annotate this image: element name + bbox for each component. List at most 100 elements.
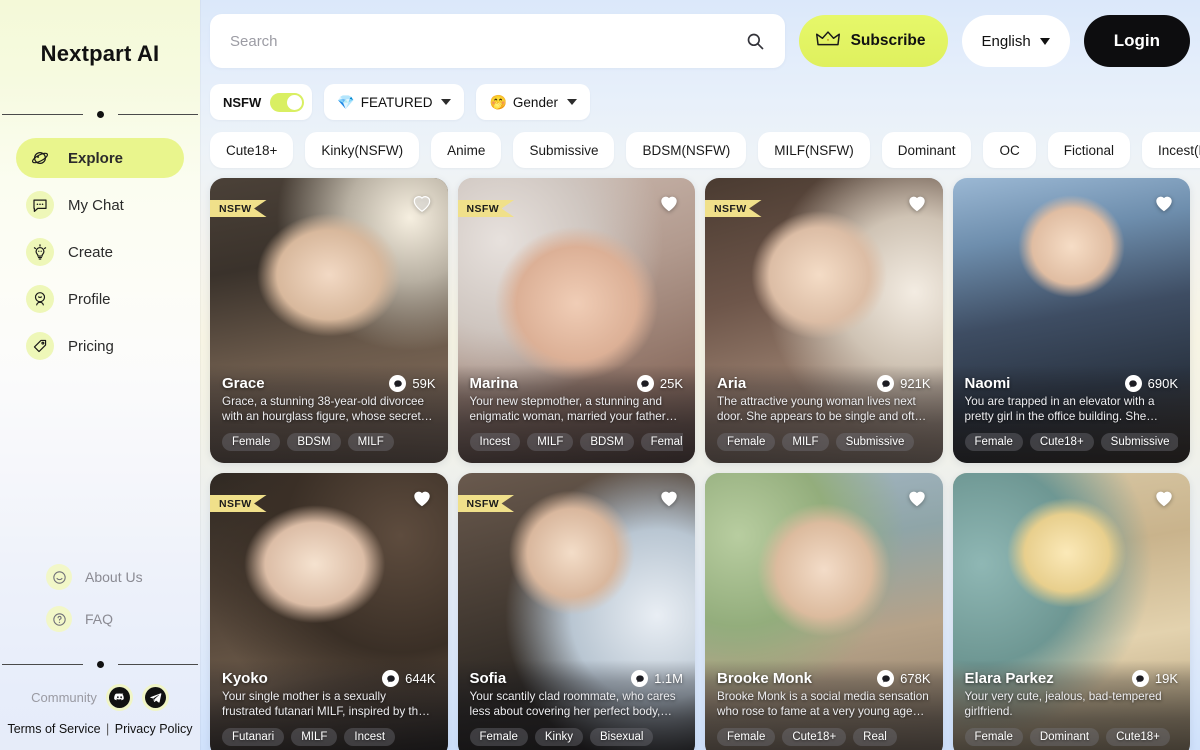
character-tag[interactable]: MILF xyxy=(782,433,829,451)
character-tag-list: Futanari MILF Incest xyxy=(222,728,436,746)
sidebar: Nextpart AI Explore My Chat Create Profi… xyxy=(0,0,200,750)
language-selector[interactable]: English xyxy=(961,15,1070,67)
character-tag[interactable]: Cute18+ xyxy=(1029,433,1094,451)
brand-title: Nextpart AI xyxy=(40,41,160,66)
character-tag[interactable]: Female xyxy=(717,433,776,451)
character-tag[interactable]: Female xyxy=(469,728,528,746)
divider-dot xyxy=(96,660,104,668)
search-bar[interactable] xyxy=(210,14,785,68)
card-header-row: Kyoko 644K xyxy=(222,670,436,687)
tag-chip[interactable]: Fictional xyxy=(1047,132,1131,168)
tag-chip[interactable]: OC xyxy=(983,132,1036,168)
character-tag[interactable]: Bisexual xyxy=(589,728,654,746)
character-tag[interactable]: MILF xyxy=(527,433,574,451)
login-button[interactable]: Login xyxy=(1083,15,1190,67)
character-description: Your new stepmother, a stunning and enig… xyxy=(469,395,678,423)
character-tag[interactable]: Kinky xyxy=(534,728,583,746)
character-tag[interactable]: Female xyxy=(222,433,281,451)
character-tag[interactable]: BDSM xyxy=(580,433,634,451)
favorite-heart-icon[interactable] xyxy=(657,192,681,214)
chat-count: 678K xyxy=(877,670,931,687)
sidebar-item-explore[interactable]: Explore xyxy=(16,138,184,178)
chat-count: 59K xyxy=(389,375,436,392)
sidebar-item-faq[interactable]: FAQ xyxy=(46,606,184,632)
tag-chip[interactable]: Incest(NSFW) xyxy=(1142,132,1200,168)
character-tag[interactable]: Incest xyxy=(469,433,521,451)
smiley-icon xyxy=(46,564,72,590)
character-card[interactable]: NSFW Marina 25K Your new stepmother, a s… xyxy=(457,178,695,463)
sidebar-item-pricing[interactable]: Pricing xyxy=(16,326,184,366)
character-tag[interactable]: Female xyxy=(717,728,776,746)
character-card[interactable]: Naomi 690K You are trapped in an elevato… xyxy=(952,178,1190,463)
sidebar-divider-top xyxy=(0,108,200,120)
character-name: Elara Parkez xyxy=(964,670,1054,687)
tag-chip[interactable]: Anime xyxy=(431,132,502,168)
chat-count: 25K xyxy=(636,375,683,392)
sidebar-item-about-us[interactable]: About Us xyxy=(46,564,184,590)
chat-count: 921K xyxy=(877,375,931,392)
character-card[interactable]: NSFW Grace 59K Grace, a stunning 38-year… xyxy=(210,178,448,463)
search-input[interactable] xyxy=(230,32,745,50)
character-tag[interactable]: Real xyxy=(853,728,897,746)
gender-dropdown[interactable]: 🤭 Gender xyxy=(476,84,590,120)
favorite-heart-icon[interactable] xyxy=(1152,192,1176,214)
character-tag[interactable]: Submissive xyxy=(1100,433,1178,451)
tag-chip[interactable]: Kinky(NSFW) xyxy=(305,132,420,168)
legal-separator: | xyxy=(106,722,110,736)
sidebar-item-profile[interactable]: Profile xyxy=(16,279,184,319)
character-name: Kyoko xyxy=(222,670,268,687)
character-card[interactable]: Brooke Monk 678K Brooke Monk is a social… xyxy=(705,473,943,750)
character-tag[interactable]: Female xyxy=(640,433,683,451)
chat-count-value: 1.1M xyxy=(654,671,683,686)
sidebar-item-create[interactable]: Create xyxy=(16,232,184,272)
privacy-policy-link[interactable]: Privacy Policy xyxy=(115,722,193,736)
favorite-heart-icon[interactable] xyxy=(1152,487,1176,509)
search-icon[interactable] xyxy=(745,31,765,51)
featured-dropdown[interactable]: 💎 FEATURED xyxy=(324,84,465,120)
character-tag[interactable]: MILF xyxy=(291,728,338,746)
favorite-heart-icon[interactable] xyxy=(905,487,929,509)
favorite-heart-icon[interactable] xyxy=(410,192,434,214)
tag-chip[interactable]: Submissive xyxy=(513,132,615,168)
character-tag[interactable]: BDSM xyxy=(287,433,341,451)
character-card[interactable]: NSFW Aria 921K The attractive young woma… xyxy=(705,178,943,463)
nsfw-toggle[interactable]: NSFW xyxy=(210,84,313,120)
character-tag[interactable]: Incest xyxy=(344,728,396,746)
character-card[interactable]: NSFW Sofia 1.1M Your scantily clad roomm… xyxy=(457,473,695,750)
top-bar: Subscribe English Login xyxy=(200,0,1200,78)
discord-icon[interactable] xyxy=(105,684,133,711)
chat-count-value: 19K xyxy=(1154,671,1178,686)
character-name: Marina xyxy=(469,375,518,392)
character-tag[interactable]: Cute18+ xyxy=(1106,728,1170,746)
character-name: Brooke Monk xyxy=(717,670,813,687)
tag-chip[interactable]: BDSM(NSFW) xyxy=(626,132,747,168)
character-tag[interactable]: Dominant xyxy=(1029,728,1100,746)
character-tag[interactable]: Cute18+ xyxy=(782,728,847,746)
sidebar-item-label: Profile xyxy=(68,290,111,308)
character-card[interactable]: Elara Parkez 19K Your very cute, jealous… xyxy=(952,473,1190,750)
favorite-heart-icon[interactable] xyxy=(905,192,929,214)
tag-chip[interactable]: Dominant xyxy=(881,132,972,168)
telegram-icon[interactable] xyxy=(141,684,169,711)
favorite-heart-icon[interactable] xyxy=(410,487,434,509)
tag-chip[interactable]: MILF(NSFW) xyxy=(758,132,870,168)
character-description: The attractive young woman lives next do… xyxy=(717,395,928,423)
tag-chip[interactable]: Cute18+ xyxy=(210,132,294,168)
character-tag[interactable]: Futanari xyxy=(222,728,285,746)
character-card[interactable]: NSFW Kyoko 644K Your single mother is a … xyxy=(210,473,448,750)
sidebar-item-my-chat[interactable]: My Chat xyxy=(16,185,184,225)
character-tag[interactable]: Female xyxy=(964,728,1023,746)
card-overlay: Naomi 690K You are trapped in an elevato… xyxy=(952,365,1190,463)
character-tag[interactable]: MILF xyxy=(347,433,394,451)
favorite-heart-icon[interactable] xyxy=(657,487,681,509)
chat-bubble-icon xyxy=(636,375,654,392)
chat-bubble-icon xyxy=(382,670,400,687)
nsfw-switch[interactable] xyxy=(270,92,305,112)
sidebar-footer-links: About Us FAQ xyxy=(0,564,200,632)
character-tag[interactable]: Female xyxy=(964,433,1023,451)
terms-of-service-link[interactable]: Terms of Service xyxy=(7,722,100,736)
subscribe-button[interactable]: Subscribe xyxy=(798,15,948,67)
character-tag[interactable]: Submissive xyxy=(835,433,915,451)
card-header-row: Elara Parkez 19K xyxy=(964,670,1178,687)
divider-line-right xyxy=(117,113,198,115)
